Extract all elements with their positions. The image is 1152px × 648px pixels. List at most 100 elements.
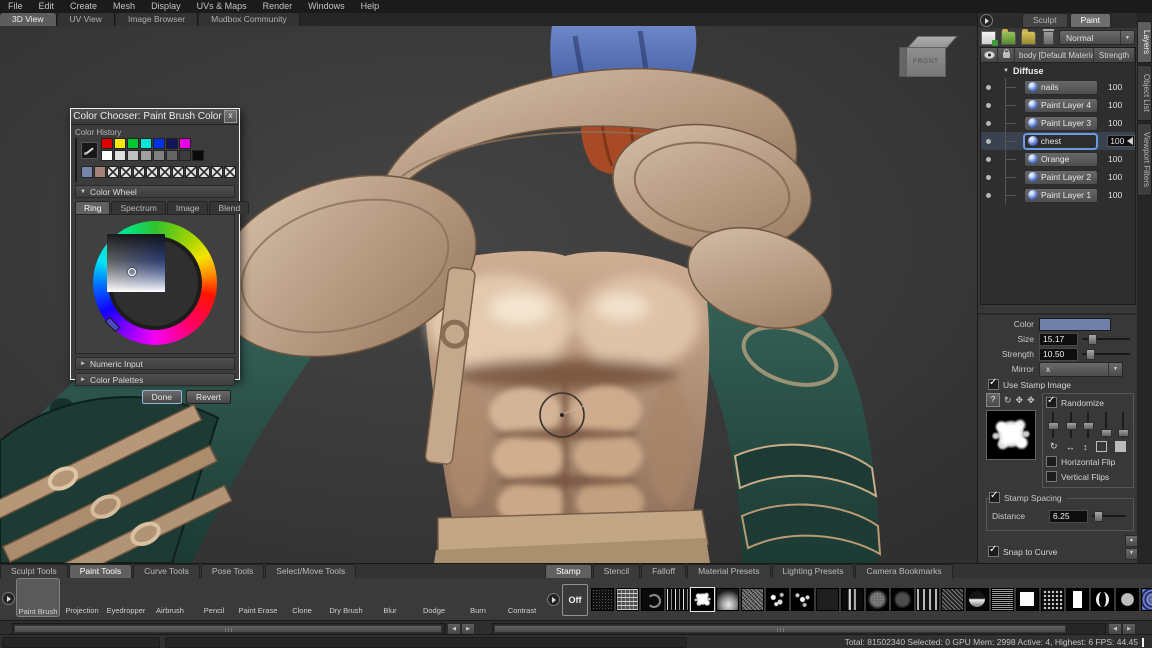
stamp-tray-tab[interactable]: Material Presets [687,564,770,578]
layer-name-pill[interactable]: Orange [1024,152,1098,167]
history-swatch[interactable] [81,166,93,178]
tool-button[interactable]: Paint Erase [236,578,280,617]
stamp-image-preview[interactable] [986,410,1036,460]
history-swatch[interactable] [211,166,223,178]
size-slider[interactable] [1082,338,1130,340]
strength-slider[interactable] [1082,353,1130,355]
menu-item[interactable]: Edit [31,0,63,13]
wheel-tab[interactable]: Image [167,201,209,214]
random-slider[interactable] [1070,412,1072,438]
stamp-thumbnail[interactable] [716,588,739,611]
history-swatch[interactable] [107,166,119,178]
solid-icon[interactable] [1115,441,1126,452]
layer-row[interactable]: Orange 100 [981,150,1135,168]
history-swatch[interactable] [133,166,145,178]
stamp-thumbnail[interactable] [966,588,989,611]
tray-expand-icon[interactable] [547,593,560,606]
tool-tray-tab[interactable]: Pose Tools [201,564,264,578]
wheel-tab[interactable]: Spectrum [111,201,165,214]
distance-input[interactable]: 6.25 [1049,510,1088,523]
random-slider[interactable] [1087,412,1089,438]
menu-item[interactable]: Render [255,0,301,13]
stamp-thumbnail[interactable] [666,588,689,611]
view-cube[interactable]: FRONT [897,36,949,80]
tool-button[interactable]: Burn [456,578,500,617]
tool-button[interactable]: Blur [368,578,412,617]
snap-to-curve-checkbox[interactable] [988,546,999,557]
satval-marker[interactable] [128,268,136,276]
history-swatch[interactable] [94,166,106,178]
menu-item[interactable]: Windows [300,0,353,13]
tool-button[interactable]: Airbrush [148,578,192,617]
stamp-tray-tab[interactable]: Camera Bookmarks [855,564,952,578]
side-tab[interactable]: Viewport Filters [1137,123,1152,196]
stamp-thumbnail[interactable] [916,588,939,611]
layer-name-pill[interactable]: Paint Layer 2 [1024,170,1098,185]
layer-strength-value[interactable]: 100 [1107,135,1135,147]
layer-visibility-dot[interactable] [986,103,991,108]
vertical-flip-row[interactable]: Vertical Flips [1046,470,1130,483]
stamp-thumbnail[interactable] [1091,588,1114,611]
layer-row[interactable]: chest 100 [981,132,1135,150]
material-column-header[interactable]: body [Default Material (pte [1015,48,1094,62]
dialog-title-bar[interactable]: Color Chooser: Paint Brush Color x [71,109,239,125]
tool-button[interactable]: Contrast [500,578,544,617]
layer-strength-value[interactable]: 100 [1108,100,1132,110]
random-slider[interactable] [1052,412,1054,438]
layer-visibility-dot[interactable] [986,121,991,126]
view-tab[interactable]: Image Browser [116,13,198,26]
view-tab[interactable]: 3D View [0,13,57,26]
tool-tray-tab[interactable]: Sculpt Tools [0,564,68,578]
history-swatch[interactable] [159,166,171,178]
slider-knob[interactable] [1083,422,1094,430]
menu-item[interactable]: Mesh [105,0,143,13]
palette-swatch[interactable] [192,150,204,161]
panel-expand-icon[interactable] [980,14,993,27]
tab-sculpt[interactable]: Sculpt [1022,13,1068,28]
stamp-thumbnail[interactable] [841,588,864,611]
slider-knob[interactable] [1118,429,1129,437]
palette-swatch[interactable] [101,150,113,161]
stamp-thumbnail[interactable] [591,588,614,611]
size-input[interactable]: 15.17 [1039,333,1078,346]
blend-mode-dropdown[interactable]: Normal ▼ [1059,30,1135,45]
hue-ring[interactable] [93,221,217,345]
palette-swatch[interactable] [140,138,152,149]
menu-item[interactable]: UVs & Maps [189,0,255,13]
layer-strength-value[interactable]: 100 [1108,190,1132,200]
palette-swatch[interactable] [114,138,126,149]
palette-swatch[interactable] [166,138,178,149]
tool-button[interactable]: Eyedropper [104,578,148,617]
random-slider[interactable] [1122,412,1124,438]
vertical-arrows-icon[interactable]: ↕ [1083,442,1088,452]
palette-swatch[interactable] [179,138,191,149]
palette-swatch[interactable] [153,138,165,149]
stamp-tray-tab[interactable]: Falloff [641,564,686,578]
history-swatch[interactable] [120,166,132,178]
hue-selector-notch[interactable] [105,317,121,333]
layer-row[interactable]: nails 100 [981,78,1135,96]
layer-name-pill[interactable]: Paint Layer 3 [1024,116,1098,131]
use-stamp-image-row[interactable]: Use Stamp Image [988,378,1134,391]
horizontal-flip-row[interactable]: Horizontal Flip [1046,455,1130,468]
palette-swatch[interactable] [114,150,126,161]
menu-item[interactable]: Create [62,0,105,13]
new-group-icon[interactable] [1001,31,1016,45]
stamp-thumbnail[interactable] [816,588,839,611]
scrollbar-thumb[interactable] [494,625,1066,633]
layer-name-pill[interactable]: nails [1024,80,1098,95]
tool-tray-tab[interactable]: Curve Tools [133,564,200,578]
stamp-thumbnail[interactable] [791,588,814,611]
layer-row[interactable]: Paint Layer 3 100 [981,114,1135,132]
horizontal-arrows-icon[interactable]: ↔ [1066,442,1075,452]
stamp-thumbnail[interactable] [1066,588,1089,611]
use-stamp-image-checkbox[interactable] [988,379,999,390]
layer-strength-value[interactable]: 100 [1108,154,1132,164]
visibility-column-header[interactable] [981,48,998,62]
new-layer-icon[interactable] [981,31,996,45]
layer-row[interactable]: Paint Layer 4 100 [981,96,1135,114]
color-palettes-section-header[interactable]: ► Color Palettes [75,373,235,386]
stamp-tray-tab[interactable]: Stamp [545,564,592,578]
color-wheel-section-header[interactable]: ▼ Color Wheel [75,185,235,198]
layer-visibility-dot[interactable] [986,139,991,144]
